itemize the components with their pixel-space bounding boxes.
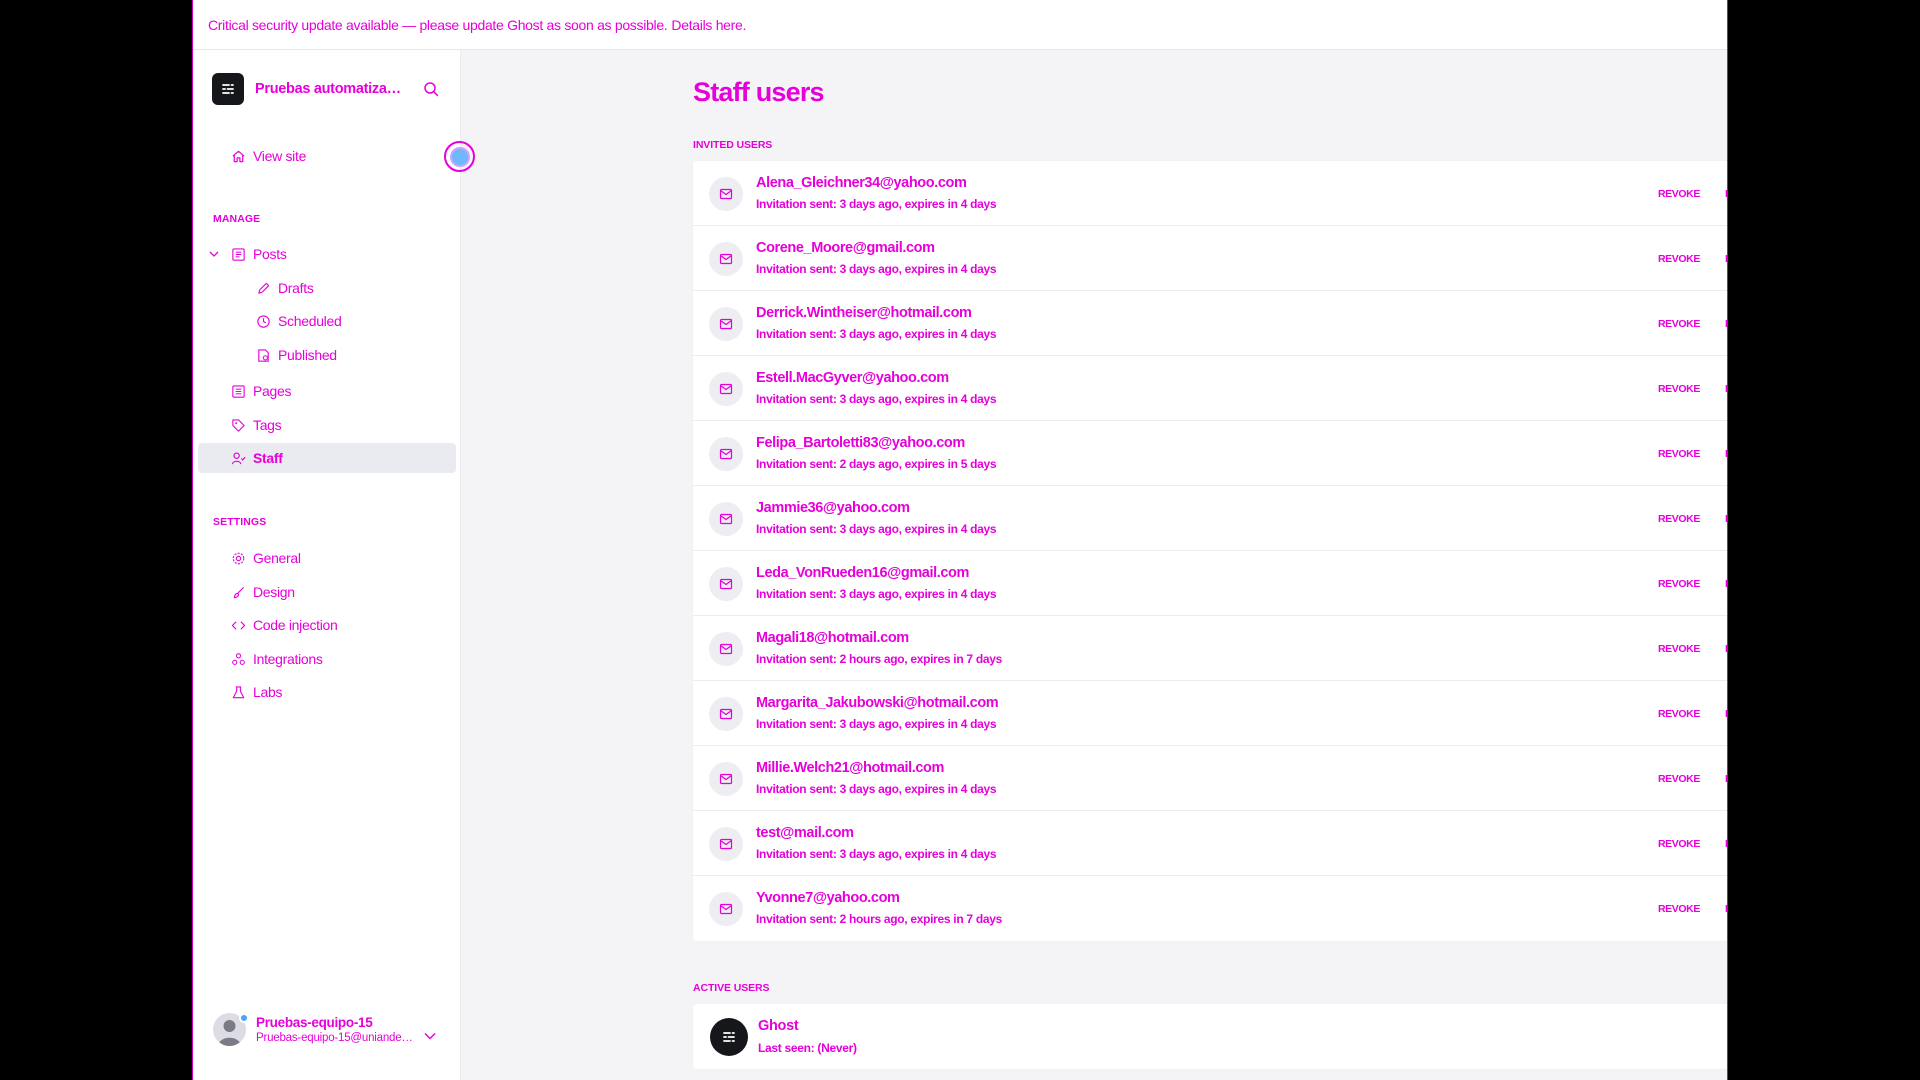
envelope-icon bbox=[709, 502, 743, 536]
envelope-icon bbox=[709, 307, 743, 341]
invited-user-row: test@mail.com Invitation sent: 3 days ago… bbox=[693, 811, 1727, 876]
envelope-icon bbox=[709, 827, 743, 861]
revoke-button[interactable]: Revoke bbox=[1658, 318, 1700, 330]
invited-user-email: Leda_VonRueden16@gmail.com bbox=[756, 565, 969, 581]
invitation-status: Invitation sent: 3 days ago, expires in … bbox=[756, 197, 997, 211]
resend-button[interactable]: Resend bbox=[1725, 708, 1727, 720]
active-users-heading: Active users bbox=[693, 982, 770, 994]
invitation-status: Invitation sent: 3 days ago, expires in … bbox=[756, 522, 997, 536]
invited-user-row: Magali18@hotmail.com Invitation sent: 2 h… bbox=[693, 616, 1727, 681]
invited-user-email: Millie.Welch21@hotmail.com bbox=[756, 760, 944, 776]
invitation-status: Invitation sent: 3 days ago, expires in … bbox=[756, 262, 997, 276]
invited-user-email: Margarita_Jakubowski@hotmail.com bbox=[756, 695, 999, 711]
page-title: Staff users bbox=[693, 77, 825, 107]
invited-user-email: Estell.MacGyver@yahoo.com bbox=[756, 370, 949, 386]
active-user-row[interactable]: Ghost Last seen: (Never) bbox=[693, 1004, 1727, 1069]
invitation-status: Invitation sent: 3 days ago, expires in … bbox=[756, 717, 997, 731]
resend-button[interactable]: Resend bbox=[1725, 448, 1727, 460]
envelope-icon bbox=[709, 892, 743, 926]
app-window: Critical security update available — ple… bbox=[192, 0, 1728, 1080]
invited-user-row: Leda_VonRueden16@gmail.com Invitation sen… bbox=[693, 551, 1727, 616]
revoke-button[interactable]: Revoke bbox=[1658, 513, 1700, 525]
invited-user-email: Jammie36@yahoo.com bbox=[756, 500, 910, 516]
invited-user-email: Corene_Moore@gmail.com bbox=[756, 240, 935, 256]
resend-button[interactable]: Resend bbox=[1725, 643, 1727, 655]
invited-user-row: Jammie36@yahoo.com Invitation sent: 3 day… bbox=[693, 486, 1727, 551]
invitation-status: Invitation sent: 3 days ago, expires in … bbox=[756, 587, 997, 601]
envelope-icon bbox=[709, 697, 743, 731]
revoke-button[interactable]: Revoke bbox=[1658, 903, 1700, 915]
revoke-button[interactable]: Revoke bbox=[1658, 448, 1700, 460]
invited-user-email: Alena_Gleichner34@yahoo.com bbox=[756, 175, 967, 191]
invited-user-row: Millie.Welch21@hotmail.com Invitation sen… bbox=[693, 746, 1727, 811]
resend-button[interactable]: Resend bbox=[1725, 903, 1727, 915]
resend-button[interactable]: Resend bbox=[1725, 838, 1727, 850]
envelope-icon bbox=[709, 632, 743, 666]
main-content: Staff users Invited users Alena_Gleichne… bbox=[193, 50, 1727, 1080]
invited-user-email: Derrick.Wintheiser@hotmail.com bbox=[756, 305, 972, 321]
invited-user-email: Felipa_Bartoletti83@yahoo.com bbox=[756, 435, 965, 451]
resend-button[interactable]: Resend bbox=[1725, 513, 1727, 525]
resend-button[interactable]: Resend bbox=[1725, 773, 1727, 785]
invitation-status: Invitation sent: 3 days ago, expires in … bbox=[756, 392, 997, 406]
invited-user-row: Corene_Moore@gmail.com Invitation sent: 3… bbox=[693, 226, 1727, 291]
invited-user-row: Margarita_Jakubowski@hotmail.com Invitati… bbox=[693, 681, 1727, 746]
invited-user-row: Alena_Gleichner34@yahoo.com Invitation se… bbox=[693, 161, 1727, 226]
invited-user-email: Magali18@hotmail.com bbox=[756, 630, 909, 646]
resend-button[interactable]: Resend bbox=[1725, 383, 1727, 395]
envelope-icon bbox=[709, 177, 743, 211]
resend-button[interactable]: Resend bbox=[1725, 318, 1727, 330]
invited-user-email: test@mail.com bbox=[756, 825, 854, 841]
revoke-button[interactable]: Revoke bbox=[1658, 188, 1700, 200]
invited-user-row: Yvonne7@yahoo.com Invitation sent: 2 hour… bbox=[693, 876, 1727, 941]
revoke-button[interactable]: Revoke bbox=[1658, 708, 1700, 720]
security-banner: Critical security update available — ple… bbox=[193, 0, 1727, 50]
revoke-button[interactable]: Revoke bbox=[1658, 383, 1700, 395]
envelope-icon bbox=[709, 242, 743, 276]
banner-text: Critical security update available — ple… bbox=[208, 16, 668, 33]
invited-users-heading: Invited users bbox=[693, 139, 773, 151]
revoke-button[interactable]: Revoke bbox=[1658, 643, 1700, 655]
invited-user-row: Estell.MacGyver@yahoo.com Invitation sent… bbox=[693, 356, 1727, 421]
envelope-icon bbox=[709, 372, 743, 406]
envelope-icon bbox=[709, 762, 743, 796]
resend-button[interactable]: Resend bbox=[1725, 578, 1727, 590]
invitation-status: Invitation sent: 2 days ago, expires in … bbox=[756, 457, 997, 471]
banner-details-link[interactable]: Details here. bbox=[671, 17, 746, 33]
invited-user-row: Felipa_Bartoletti83@yahoo.com Invitation … bbox=[693, 421, 1727, 486]
active-user-name: Ghost bbox=[758, 1018, 799, 1034]
active-users-list: Ghost Last seen: (Never) bbox=[693, 1004, 1727, 1069]
revoke-button[interactable]: Revoke bbox=[1658, 773, 1700, 785]
invitation-status: Invitation sent: 2 hours ago, expires in… bbox=[756, 912, 1002, 926]
resend-button[interactable]: Resend bbox=[1725, 253, 1727, 265]
invitation-status: Invitation sent: 2 hours ago, expires in… bbox=[756, 652, 1002, 666]
envelope-icon bbox=[709, 567, 743, 601]
invited-user-email: Yvonne7@yahoo.com bbox=[756, 890, 900, 906]
revoke-button[interactable]: Revoke bbox=[1658, 838, 1700, 850]
revoke-button[interactable]: Revoke bbox=[1658, 578, 1700, 590]
invitation-status: Invitation sent: 3 days ago, expires in … bbox=[756, 847, 997, 861]
invitation-status: Invitation sent: 3 days ago, expires in … bbox=[756, 327, 997, 341]
resend-button[interactable]: Resend bbox=[1725, 188, 1727, 200]
envelope-icon bbox=[709, 437, 743, 471]
invited-users-list: Alena_Gleichner34@yahoo.com Invitation se… bbox=[693, 161, 1727, 941]
last-seen: Last seen: (Never) bbox=[758, 1041, 857, 1055]
invited-user-row: Derrick.Wintheiser@hotmail.com Invitation… bbox=[693, 291, 1727, 356]
invitation-status: Invitation sent: 3 days ago, expires in … bbox=[756, 782, 997, 796]
ghost-avatar-icon bbox=[710, 1018, 748, 1056]
revoke-button[interactable]: Revoke bbox=[1658, 253, 1700, 265]
